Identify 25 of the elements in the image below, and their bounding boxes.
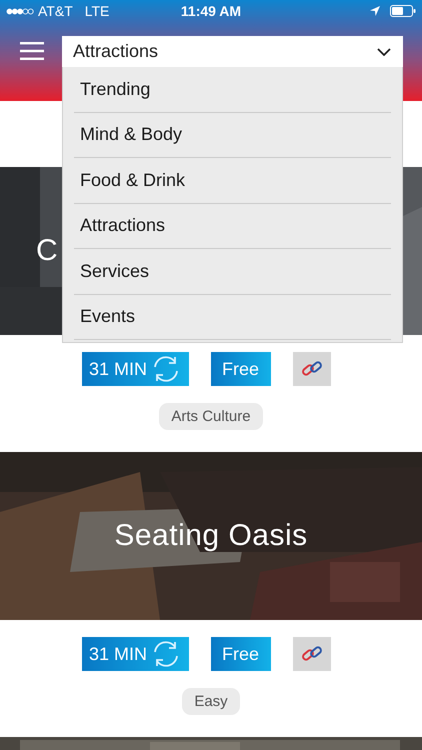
menu-item[interactable]: Food & Drink xyxy=(74,158,391,204)
tag-chip: Easy xyxy=(182,688,240,715)
battery-icon xyxy=(390,5,416,17)
category-dropdown[interactable]: Attractions xyxy=(62,36,403,67)
menu-icon[interactable] xyxy=(20,42,44,60)
card-title: Seating Oasis xyxy=(114,519,308,553)
location-icon xyxy=(370,6,380,16)
signal-icon xyxy=(6,8,34,14)
status-time: 11:49 AM xyxy=(180,3,242,19)
link-icon xyxy=(300,360,322,378)
menu-item[interactable]: Events xyxy=(74,294,391,340)
link-icon xyxy=(300,645,322,663)
menu-item[interactable]: Services xyxy=(74,249,391,294)
link-button[interactable] xyxy=(292,352,330,386)
card-title: C xyxy=(36,234,58,268)
link-button[interactable] xyxy=(292,637,330,671)
duration-button[interactable]: 31 MIN xyxy=(82,637,188,671)
duration-button[interactable]: 31 MIN xyxy=(82,352,188,386)
tag-chip: Arts Culture xyxy=(159,403,263,430)
network-label: LTE xyxy=(84,3,110,19)
menu-item[interactable]: Attractions xyxy=(74,204,391,249)
menu-item[interactable]: Mind & Body xyxy=(74,112,391,158)
chevron-down-icon xyxy=(377,48,391,56)
menu-item[interactable]: Trending xyxy=(74,67,391,112)
carrier-label: AT&T xyxy=(38,3,73,19)
